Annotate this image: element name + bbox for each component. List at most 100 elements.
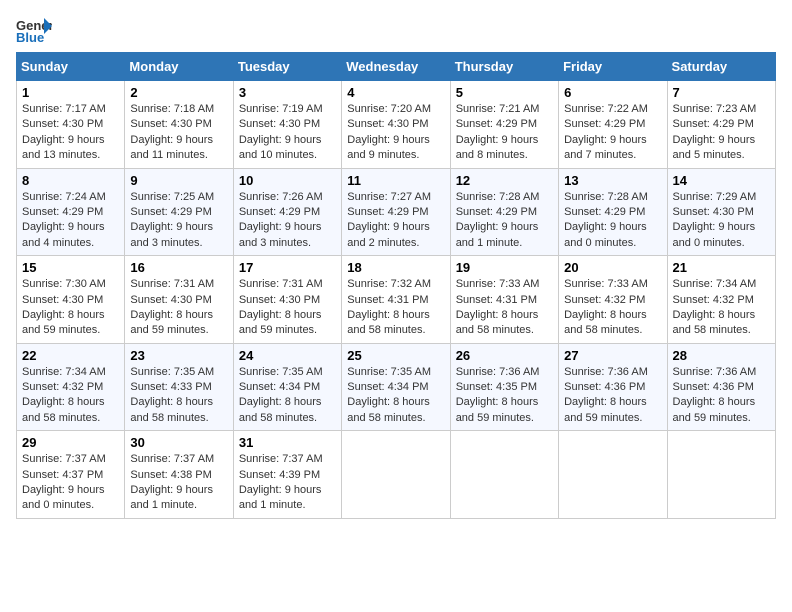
day-number: 24 xyxy=(239,348,336,363)
day-number: 27 xyxy=(564,348,661,363)
calendar-cell: 14Sunrise: 7:29 AMSunset: 4:30 PMDayligh… xyxy=(667,168,775,256)
calendar-cell: 10 Sunrise: 7:26 AMSunset: 4:29 PMDayligh… xyxy=(233,168,341,256)
day-info: Sunrise: 7:21 AMSunset: 4:29 PMDaylight:… xyxy=(456,103,540,161)
day-number: 9 xyxy=(130,173,227,188)
day-info: Sunrise: 7:31 AMSunset: 4:30 PMDaylight:… xyxy=(239,278,323,336)
day-info: Sunrise: 7:37 AMSunset: 4:38 PMDaylight:… xyxy=(130,453,214,511)
calendar-cell: 16 Sunrise: 7:31 AMSunset: 4:30 PMDayligh… xyxy=(125,256,233,344)
calendar-week-row: 22 Sunrise: 7:34 AMSunset: 4:32 PMDayligh… xyxy=(17,343,776,431)
day-number: 2 xyxy=(130,85,227,100)
calendar-cell xyxy=(450,431,558,519)
day-number: 19 xyxy=(456,260,553,275)
day-number: 18 xyxy=(347,260,444,275)
calendar-cell: 5 Sunrise: 7:21 AMSunset: 4:29 PMDaylight… xyxy=(450,81,558,169)
day-info: Sunrise: 7:35 AMSunset: 4:34 PMDaylight:… xyxy=(239,366,323,424)
day-number: 29 xyxy=(22,435,119,450)
calendar-cell: 15 Sunrise: 7:30 AMSunset: 4:30 PMDayligh… xyxy=(17,256,125,344)
day-number: 8 xyxy=(22,173,119,188)
day-number: 6 xyxy=(564,85,661,100)
calendar-cell: 7 Sunrise: 7:23 AMSunset: 4:29 PMDaylight… xyxy=(667,81,775,169)
day-info: Sunrise: 7:31 AMSunset: 4:30 PMDaylight:… xyxy=(130,278,214,336)
calendar-cell xyxy=(667,431,775,519)
calendar-cell: 29 Sunrise: 7:37 AMSunset: 4:37 PMDayligh… xyxy=(17,431,125,519)
day-number: 15 xyxy=(22,260,119,275)
calendar-cell: 4 Sunrise: 7:20 AMSunset: 4:30 PMDaylight… xyxy=(342,81,450,169)
calendar-cell: 28Sunrise: 7:36 AMSunset: 4:36 PMDayligh… xyxy=(667,343,775,431)
day-info: Sunrise: 7:19 AMSunset: 4:30 PMDaylight:… xyxy=(239,103,323,161)
day-number: 12 xyxy=(456,173,553,188)
calendar-cell: 24 Sunrise: 7:35 AMSunset: 4:34 PMDayligh… xyxy=(233,343,341,431)
day-of-week-header: Saturday xyxy=(667,53,775,81)
page-header: General Blue xyxy=(16,16,776,44)
calendar-cell: 12 Sunrise: 7:28 AMSunset: 4:29 PMDayligh… xyxy=(450,168,558,256)
day-info: Sunrise: 7:32 AMSunset: 4:31 PMDaylight:… xyxy=(347,278,431,336)
day-info: Sunrise: 7:36 AMSunset: 4:35 PMDaylight:… xyxy=(456,366,540,424)
day-number: 16 xyxy=(130,260,227,275)
calendar-cell: 6 Sunrise: 7:22 AMSunset: 4:29 PMDaylight… xyxy=(559,81,667,169)
day-info: Sunrise: 7:30 AMSunset: 4:30 PMDaylight:… xyxy=(22,278,106,336)
calendar-cell: 1 Sunrise: 7:17 AMSunset: 4:30 PMDaylight… xyxy=(17,81,125,169)
day-info: Sunrise: 7:37 AMSunset: 4:39 PMDaylight:… xyxy=(239,453,323,511)
logo-icon: General Blue xyxy=(16,16,52,44)
calendar-cell: 21 Sunrise: 7:34 AMSunset: 4:32 PMDayligh… xyxy=(667,256,775,344)
day-number: 23 xyxy=(130,348,227,363)
day-of-week-header: Thursday xyxy=(450,53,558,81)
calendar-cell: 17 Sunrise: 7:31 AMSunset: 4:30 PMDayligh… xyxy=(233,256,341,344)
day-of-week-header: Tuesday xyxy=(233,53,341,81)
logo: General Blue xyxy=(16,16,56,44)
day-info: Sunrise: 7:26 AMSunset: 4:29 PMDaylight:… xyxy=(239,191,323,249)
day-info: Sunrise: 7:25 AMSunset: 4:29 PMDaylight:… xyxy=(130,191,214,249)
calendar-week-row: 15 Sunrise: 7:30 AMSunset: 4:30 PMDayligh… xyxy=(17,256,776,344)
calendar-cell: 13Sunrise: 7:28 AMSunset: 4:29 PMDayligh… xyxy=(559,168,667,256)
calendar-cell xyxy=(342,431,450,519)
day-info: Sunrise: 7:34 AMSunset: 4:32 PMDaylight:… xyxy=(22,366,106,424)
calendar-cell: 26 Sunrise: 7:36 AMSunset: 4:35 PMDayligh… xyxy=(450,343,558,431)
day-number: 7 xyxy=(673,85,770,100)
day-number: 5 xyxy=(456,85,553,100)
calendar-cell: 25 Sunrise: 7:35 AMSunset: 4:34 PMDayligh… xyxy=(342,343,450,431)
day-info: Sunrise: 7:35 AMSunset: 4:34 PMDaylight:… xyxy=(347,366,431,424)
calendar-table: SundayMondayTuesdayWednesdayThursdayFrid… xyxy=(16,52,776,519)
day-number: 31 xyxy=(239,435,336,450)
calendar-week-row: 8 Sunrise: 7:24 AMSunset: 4:29 PMDaylight… xyxy=(17,168,776,256)
calendar-cell: 27 Sunrise: 7:36 AMSunset: 4:36 PMDayligh… xyxy=(559,343,667,431)
day-number: 20 xyxy=(564,260,661,275)
day-info: Sunrise: 7:36 AMSunset: 4:36 PMDaylight:… xyxy=(564,366,648,424)
day-number: 13 xyxy=(564,173,661,188)
day-info: Sunrise: 7:35 AMSunset: 4:33 PMDaylight:… xyxy=(130,366,214,424)
day-of-week-header: Monday xyxy=(125,53,233,81)
day-number: 17 xyxy=(239,260,336,275)
day-info: Sunrise: 7:18 AMSunset: 4:30 PMDaylight:… xyxy=(130,103,214,161)
calendar-cell: 31 Sunrise: 7:37 AMSunset: 4:39 PMDayligh… xyxy=(233,431,341,519)
calendar-week-row: 29 Sunrise: 7:37 AMSunset: 4:37 PMDayligh… xyxy=(17,431,776,519)
calendar-cell: 2 Sunrise: 7:18 AMSunset: 4:30 PMDaylight… xyxy=(125,81,233,169)
day-info: Sunrise: 7:37 AMSunset: 4:37 PMDaylight:… xyxy=(22,453,106,511)
day-number: 26 xyxy=(456,348,553,363)
day-number: 22 xyxy=(22,348,119,363)
day-info: Sunrise: 7:24 AMSunset: 4:29 PMDaylight:… xyxy=(22,191,106,249)
calendar-cell: 8 Sunrise: 7:24 AMSunset: 4:29 PMDaylight… xyxy=(17,168,125,256)
day-number: 4 xyxy=(347,85,444,100)
day-number: 25 xyxy=(347,348,444,363)
day-of-week-header: Sunday xyxy=(17,53,125,81)
day-info: Sunrise: 7:22 AMSunset: 4:29 PMDaylight:… xyxy=(564,103,648,161)
calendar-cell: 20 Sunrise: 7:33 AMSunset: 4:32 PMDayligh… xyxy=(559,256,667,344)
calendar-cell: 23 Sunrise: 7:35 AMSunset: 4:33 PMDayligh… xyxy=(125,343,233,431)
day-info: Sunrise: 7:20 AMSunset: 4:30 PMDaylight:… xyxy=(347,103,431,161)
day-info: Sunrise: 7:17 AMSunset: 4:30 PMDaylight:… xyxy=(22,103,106,161)
day-info: Sunrise: 7:23 AMSunset: 4:29 PMDaylight:… xyxy=(673,103,757,161)
day-info: Sunrise: 7:33 AMSunset: 4:32 PMDaylight:… xyxy=(564,278,648,336)
calendar-header: SundayMondayTuesdayWednesdayThursdayFrid… xyxy=(17,53,776,81)
day-number: 11 xyxy=(347,173,444,188)
calendar-week-row: 1 Sunrise: 7:17 AMSunset: 4:30 PMDaylight… xyxy=(17,81,776,169)
calendar-cell: 22 Sunrise: 7:34 AMSunset: 4:32 PMDayligh… xyxy=(17,343,125,431)
day-info: Sunrise: 7:34 AMSunset: 4:32 PMDaylight:… xyxy=(673,278,757,336)
calendar-cell: 30 Sunrise: 7:37 AMSunset: 4:38 PMDayligh… xyxy=(125,431,233,519)
day-number: 21 xyxy=(673,260,770,275)
calendar-cell: 19Sunrise: 7:33 AMSunset: 4:31 PMDayligh… xyxy=(450,256,558,344)
day-info: Sunrise: 7:29 AMSunset: 4:30 PMDaylight:… xyxy=(673,191,757,249)
day-number: 30 xyxy=(130,435,227,450)
day-number: 1 xyxy=(22,85,119,100)
day-number: 10 xyxy=(239,173,336,188)
day-info: Sunrise: 7:28 AMSunset: 4:29 PMDaylight:… xyxy=(456,191,540,249)
